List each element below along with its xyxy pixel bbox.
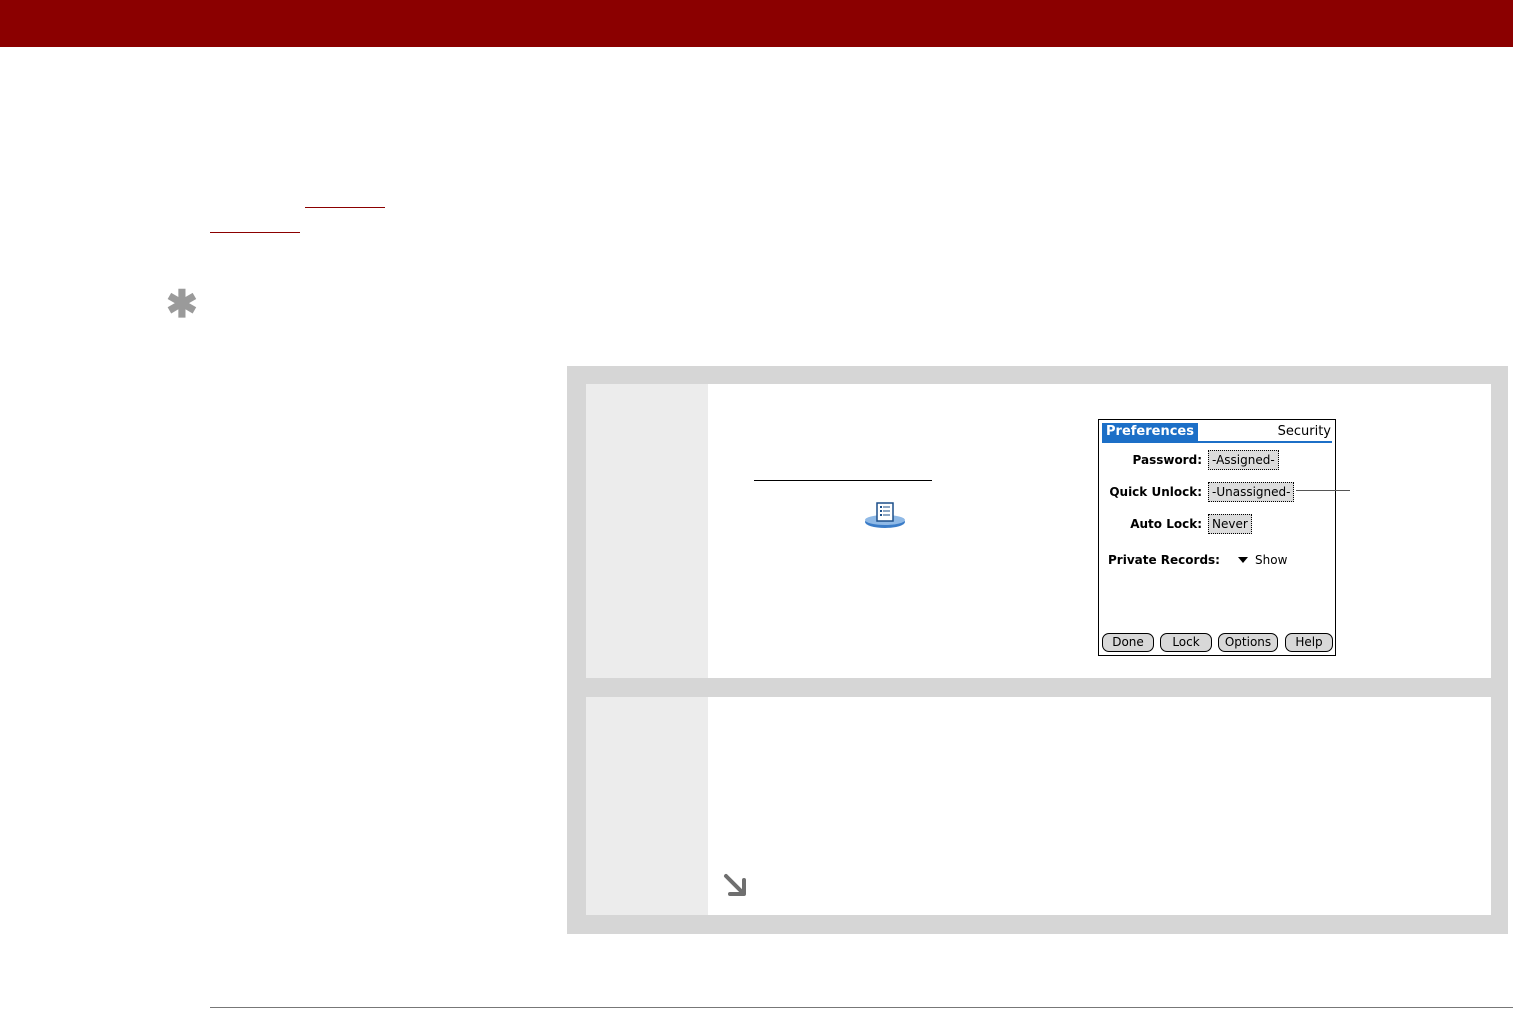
help-button[interactable]: Help <box>1285 633 1333 652</box>
auto-lock-label: Auto Lock: <box>1130 517 1202 531</box>
quick-unlock-label: Quick Unlock: <box>1109 485 1202 499</box>
app-icon <box>865 502 905 528</box>
cross-reference-link-continued[interactable] <box>210 232 300 233</box>
private-records-value[interactable]: Show <box>1255 550 1287 570</box>
lock-button[interactable]: Lock <box>1160 633 1212 652</box>
password-label: Password: <box>1132 453 1203 467</box>
security-preferences-screen: Preferences Security Password: -Assigned… <box>1098 419 1336 656</box>
done-button[interactable]: Done <box>1102 633 1154 652</box>
quick-unlock-selector[interactable]: -Unassigned- <box>1208 482 1295 502</box>
continue-arrow-icon <box>724 874 746 896</box>
private-records-label: Private Records: <box>1108 553 1220 567</box>
password-selector[interactable]: -Assigned- <box>1208 450 1279 470</box>
dropdown-triangle-icon[interactable] <box>1238 557 1248 563</box>
asterisk-icon: ✱ <box>166 284 198 326</box>
category-label[interactable]: Security <box>1278 423 1331 441</box>
callout-line <box>1296 490 1350 491</box>
options-button[interactable]: Options <box>1218 633 1278 652</box>
step-2-body <box>708 697 1491 915</box>
step-1-number-column <box>586 384 708 678</box>
footer-rule <box>210 1007 1513 1008</box>
step-1-underlined-link[interactable] <box>754 480 932 481</box>
title-rule <box>1102 441 1332 443</box>
step-2-number-column <box>586 697 708 915</box>
screen-title: Preferences <box>1102 423 1198 441</box>
header-bar <box>0 0 1513 47</box>
cross-reference-link[interactable] <box>305 207 385 208</box>
auto-lock-selector[interactable]: Never <box>1208 514 1252 534</box>
